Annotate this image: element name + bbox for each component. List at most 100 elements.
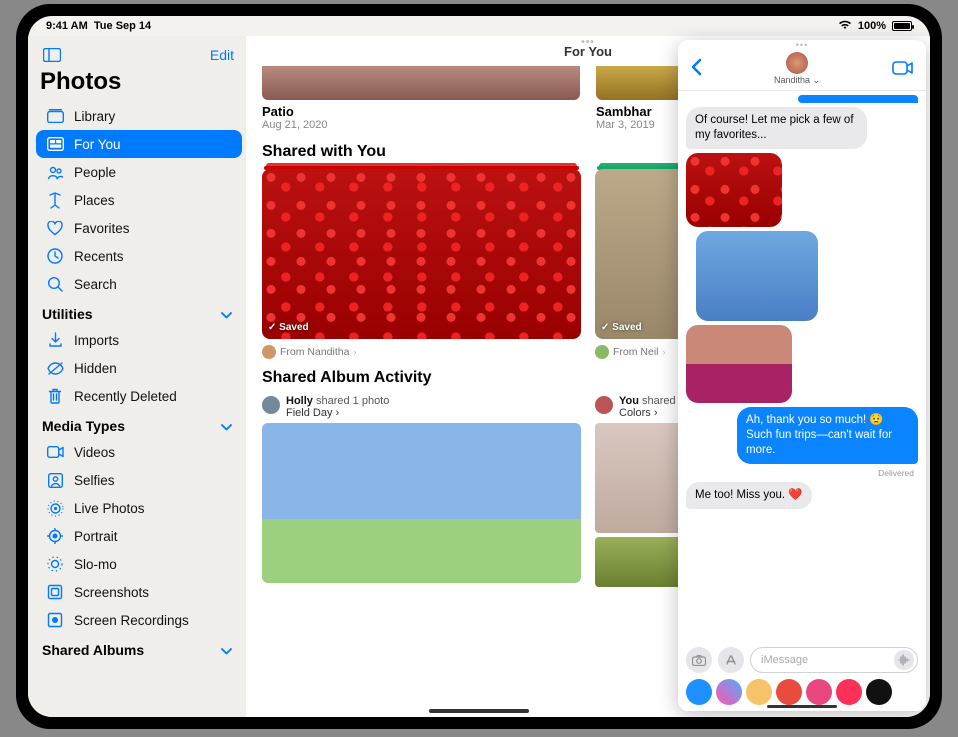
sidebar-item-search[interactable]: Search bbox=[36, 270, 242, 298]
shared-from[interactable]: From Nanditha › bbox=[262, 345, 581, 359]
avatar bbox=[595, 345, 609, 359]
sidebar: Edit Photos LibraryFor YouPeoplePlaces Fa… bbox=[28, 36, 246, 717]
selfies-icon bbox=[46, 471, 64, 489]
sidebar-item-screenshots[interactable]: Screenshots bbox=[36, 578, 242, 606]
imessage-app-photos[interactable] bbox=[716, 679, 742, 705]
dictate-button[interactable] bbox=[894, 650, 914, 670]
sidebar-item-recently-deleted[interactable]: Recently Deleted bbox=[36, 382, 242, 410]
message-input[interactable]: iMessage bbox=[750, 647, 918, 673]
message-image[interactable] bbox=[686, 153, 782, 227]
facetime-button[interactable] bbox=[892, 61, 914, 77]
live-photos-icon bbox=[46, 499, 64, 517]
avatar bbox=[595, 396, 613, 414]
imports-icon bbox=[46, 331, 64, 349]
message-image[interactable] bbox=[686, 325, 792, 403]
apps-button[interactable] bbox=[718, 647, 744, 673]
sidebar-item-recents[interactable]: Recents bbox=[36, 242, 242, 270]
from-label: From Neil bbox=[613, 346, 659, 358]
memory-card[interactable]: Patio Aug 21, 2020 bbox=[262, 66, 580, 131]
imessage-app-music[interactable] bbox=[836, 679, 862, 705]
imessage-app-stickers[interactable] bbox=[776, 679, 802, 705]
hidden-icon bbox=[46, 359, 64, 377]
sidebar-item-videos[interactable]: Videos bbox=[36, 438, 242, 466]
from-label: From Nanditha bbox=[280, 346, 349, 358]
messages-thread[interactable]: Of course! Let me pick a few of my favor… bbox=[678, 91, 926, 643]
photo-library-icon bbox=[46, 107, 64, 125]
sidebar-item-label: Recently Deleted bbox=[74, 389, 177, 404]
sidebar-item-label: Recents bbox=[74, 249, 124, 264]
back-button[interactable] bbox=[690, 58, 702, 81]
messages-slideover[interactable]: ••• Nanditha ⌄ Of course! Let me pick a … bbox=[678, 40, 926, 711]
sidebar-item-label: Imports bbox=[74, 333, 119, 348]
favorites-icon bbox=[46, 219, 64, 237]
sidebar-section-utilities[interactable]: Utilities bbox=[36, 298, 242, 326]
screenshots-icon bbox=[46, 583, 64, 601]
imessage-app-store[interactable] bbox=[686, 679, 712, 705]
chevron-down-icon bbox=[221, 418, 232, 434]
memory-thumb bbox=[262, 66, 580, 100]
avatar bbox=[262, 396, 280, 414]
search-icon bbox=[46, 275, 64, 293]
status-date: Tue Sep 14 bbox=[94, 20, 151, 32]
section-title: Utilities bbox=[42, 306, 93, 322]
sidebar-item-label: Videos bbox=[74, 445, 115, 460]
recents-icon bbox=[46, 247, 64, 265]
sidebar-title: Photos bbox=[36, 66, 242, 102]
home-indicator[interactable] bbox=[429, 709, 529, 713]
chevron-down-icon bbox=[221, 306, 232, 322]
sidebar-section-shared-albums[interactable]: Shared Albums bbox=[36, 634, 242, 662]
sidebar-item-hidden[interactable]: Hidden bbox=[36, 354, 242, 382]
sidebar-item-label: Live Photos bbox=[74, 501, 145, 516]
sidebar-item-people[interactable]: People bbox=[36, 158, 242, 186]
sidebar-section-media-types[interactable]: Media Types bbox=[36, 410, 242, 438]
message-bubble-partial bbox=[798, 95, 918, 103]
message-bubble-incoming[interactable]: Me too! Miss you. ❤️ bbox=[686, 482, 812, 509]
message-bubble-outgoing[interactable]: Ah, thank you so much! 😟 Such fun trips—… bbox=[737, 407, 918, 464]
sidebar-item-places[interactable]: Places bbox=[36, 186, 242, 214]
sidebar-item-label: Hidden bbox=[74, 361, 117, 376]
edit-button[interactable]: Edit bbox=[210, 47, 234, 63]
battery-icon bbox=[892, 21, 912, 31]
messages-header: Nanditha ⌄ bbox=[678, 50, 926, 91]
slide-over-grabber-icon[interactable]: ••• bbox=[678, 40, 926, 50]
people-icon bbox=[46, 163, 64, 181]
camera-button[interactable] bbox=[686, 647, 712, 673]
activity-card[interactable]: Holly shared 1 photo Field Day › bbox=[262, 395, 581, 587]
battery-percent: 100% bbox=[858, 20, 886, 32]
avatar bbox=[786, 52, 808, 74]
activity-who: You bbox=[619, 395, 639, 407]
for-you-icon bbox=[46, 135, 64, 153]
chevron-right-icon: › bbox=[663, 347, 666, 357]
avatar bbox=[262, 345, 276, 359]
sidebar-item-imports[interactable]: Imports bbox=[36, 326, 242, 354]
home-indicator[interactable] bbox=[767, 705, 837, 708]
message-image[interactable] bbox=[696, 231, 818, 321]
wifi-icon bbox=[838, 20, 852, 33]
sidebar-item-label: Favorites bbox=[74, 221, 130, 236]
message-placeholder: iMessage bbox=[761, 654, 808, 666]
delivery-status: Delivered bbox=[878, 468, 918, 478]
sidebar-item-for-you[interactable]: For You bbox=[36, 130, 242, 158]
video-icon bbox=[46, 443, 64, 461]
sidebar-item-library[interactable]: Library bbox=[36, 102, 242, 130]
sidebar-item-selfies[interactable]: Selfies bbox=[36, 466, 242, 494]
sidebar-item-label: Slo-mo bbox=[74, 557, 117, 572]
imessage-app-search[interactable] bbox=[806, 679, 832, 705]
sidebar-item-live-photos[interactable]: Live Photos bbox=[36, 494, 242, 522]
status-bar: 9:41 AM Tue Sep 14 100% bbox=[28, 16, 930, 36]
memory-date: Aug 21, 2020 bbox=[262, 119, 580, 131]
sidebar-item-portrait[interactable]: Portrait bbox=[36, 522, 242, 550]
sidebar-item-label: Search bbox=[74, 277, 117, 292]
contact-header[interactable]: Nanditha ⌄ bbox=[774, 52, 820, 86]
imessage-app-memoji[interactable] bbox=[746, 679, 772, 705]
portrait-icon bbox=[46, 527, 64, 545]
sidebar-item-screen-recordings[interactable]: Screen Recordings bbox=[36, 606, 242, 634]
imessage-app-digit[interactable] bbox=[866, 679, 892, 705]
sidebar-item-favorites[interactable]: Favorites bbox=[36, 214, 242, 242]
slide-over-grabber-icon[interactable]: ••• bbox=[581, 37, 595, 48]
trash-icon bbox=[46, 387, 64, 405]
sidebar-toggle-button[interactable] bbox=[40, 44, 64, 66]
shared-card[interactable]: ✓ Saved From Nanditha › bbox=[262, 169, 581, 359]
message-bubble-incoming[interactable]: Of course! Let me pick a few of my favor… bbox=[686, 107, 867, 149]
sidebar-item-slo-mo[interactable]: Slo-mo bbox=[36, 550, 242, 578]
